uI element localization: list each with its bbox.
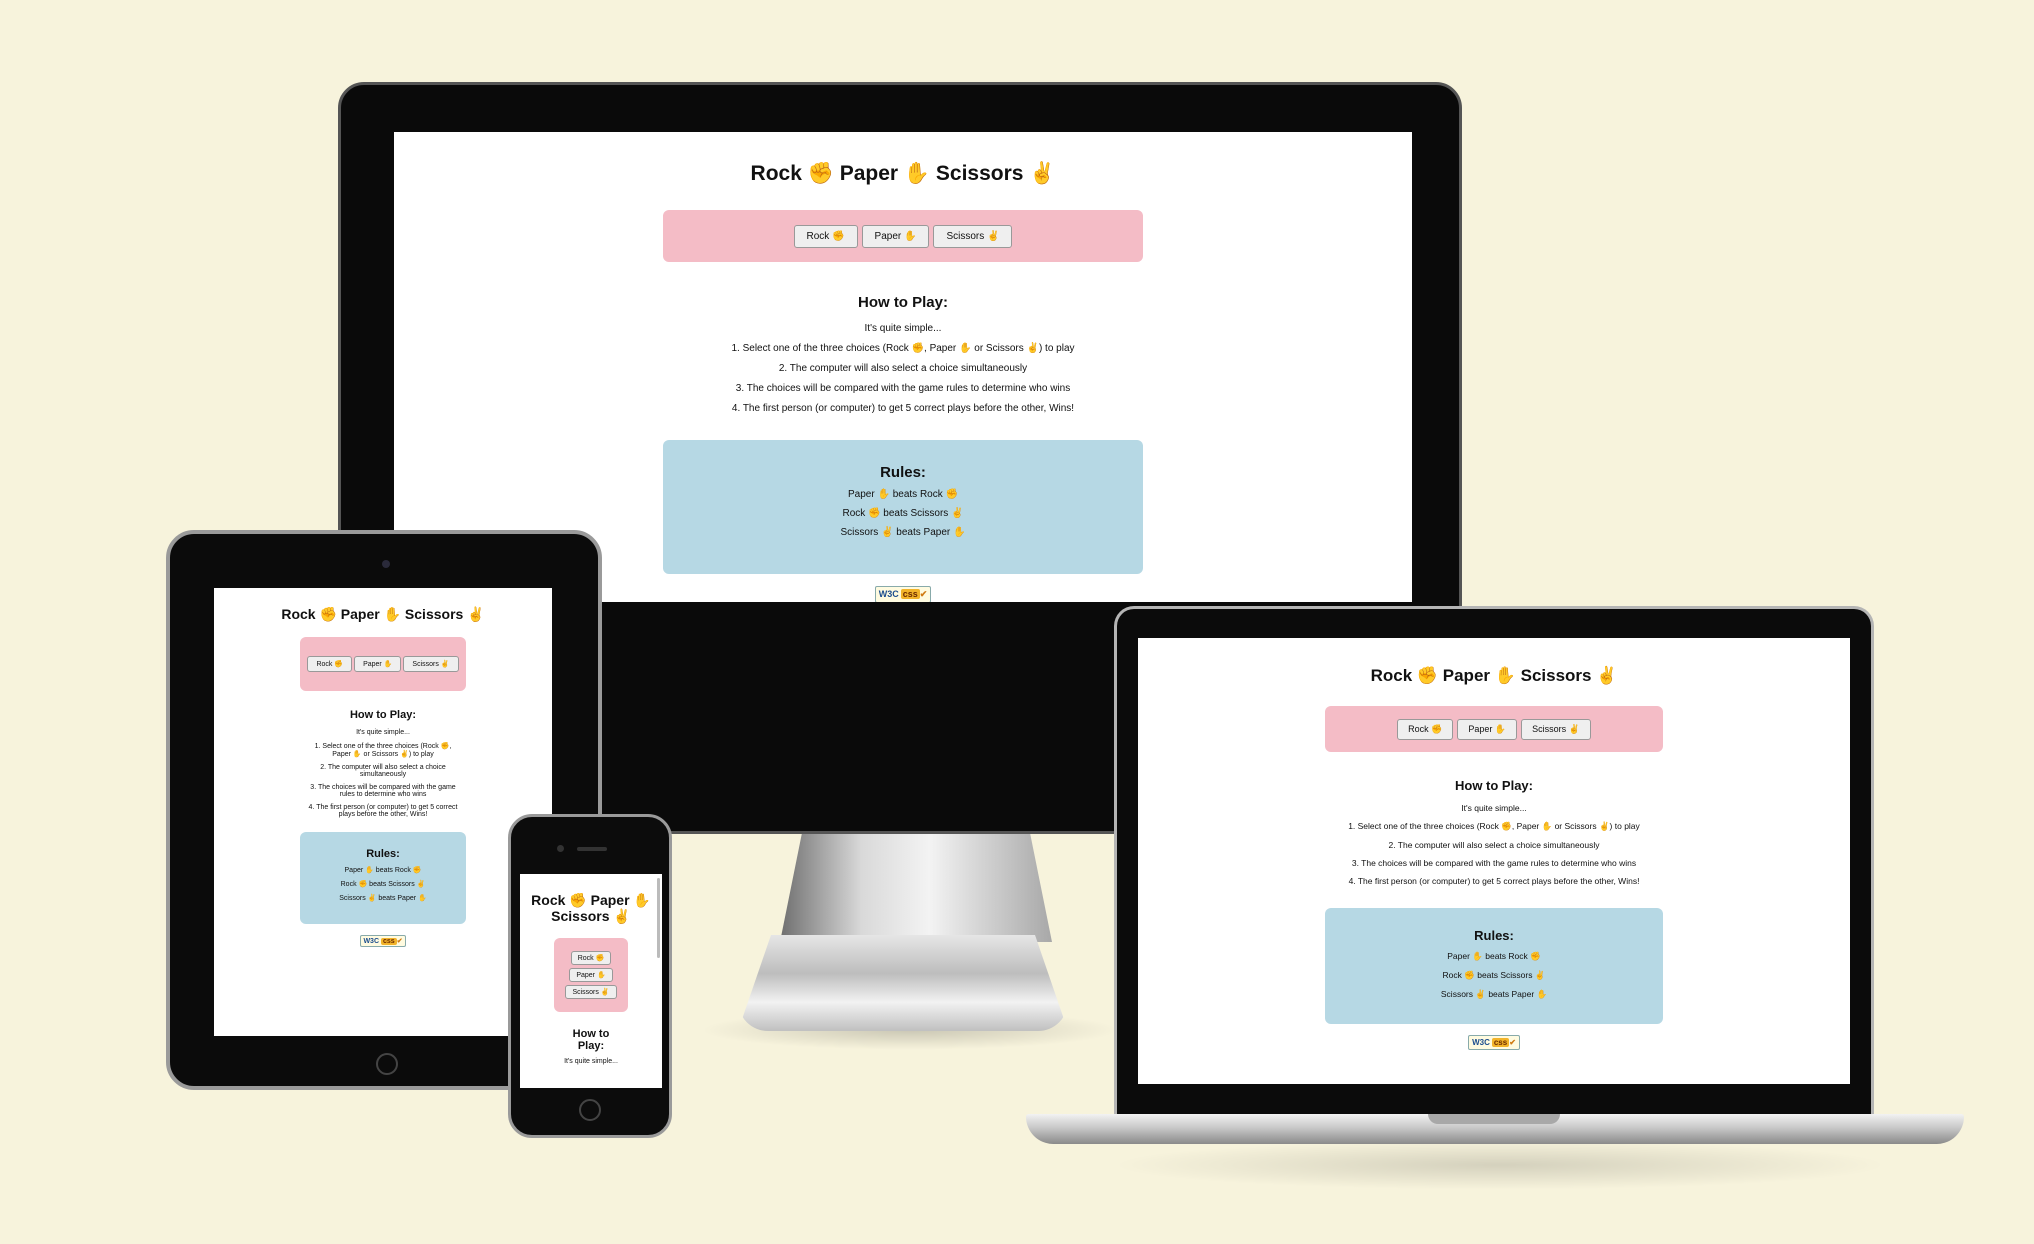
- w3c-css-badge[interactable]: W3C css ✔: [360, 935, 406, 947]
- choice-button-bar: Rock ✊ Paper ✋ Scissors ✌: [300, 637, 466, 691]
- how-to-step: 1. Select one of the three choices (Rock…: [731, 343, 1075, 354]
- w3c-css-badge[interactable]: W3C css ✔: [874, 586, 932, 602]
- check-icon: ✔: [1509, 1038, 1516, 1047]
- how-to-step: 1. Select one of the three choices (Rock…: [1348, 821, 1640, 831]
- how-to-step: 3. The choices will be compared with the…: [1351, 858, 1637, 868]
- rule-item: Rock ✊ beats Scissors ✌: [1442, 970, 1546, 980]
- check-icon: ✔: [919, 589, 928, 599]
- rule-item: Rock ✊ beats Scissors ✌: [340, 881, 426, 888]
- rules-box: Rules: Paper ✋ beats Rock ✊ Rock ✊ beats…: [300, 832, 466, 924]
- rock-button[interactable]: Rock ✊: [570, 951, 612, 965]
- w3c-label: W3C: [363, 938, 379, 945]
- phone-screen: Rock ✊ Paper ✋ Scissors ✌ Rock ✊ Paper ✋…: [520, 874, 662, 1088]
- how-to-step: 4. The first person (or computer) to get…: [731, 403, 1075, 414]
- rock-button[interactable]: Rock ✊: [307, 656, 353, 672]
- scissors-button[interactable]: Scissors ✌: [933, 224, 1013, 248]
- page-title: Rock ✊ Paper ✋ Scissors ✌: [1370, 666, 1618, 685]
- paper-button[interactable]: Paper ✋: [354, 656, 402, 672]
- rock-button[interactable]: Rock ✊: [1397, 718, 1454, 740]
- how-to-heading-line2: Play:: [577, 1040, 605, 1052]
- tablet-camera: [382, 560, 390, 568]
- rule-item: Paper ✋ beats Rock ✊: [1447, 951, 1541, 961]
- how-to-intro: It's quite simple...: [1461, 803, 1527, 813]
- rules-box: Rules: Paper ✋ beats Rock ✊ Rock ✊ beats…: [1325, 908, 1663, 1024]
- phone-home-button: [579, 1099, 601, 1121]
- how-to-step: 2. The computer will also select a choic…: [778, 363, 1028, 374]
- choice-button-bar: Rock ✊ Paper ✋ Scissors ✌: [1325, 706, 1663, 752]
- how-to-heading: How to Play:: [1454, 778, 1533, 793]
- laptop-screen: Rock ✊ Paper ✋ Scissors ✌ Rock ✊ Paper ✋…: [1138, 638, 1850, 1084]
- how-to-step: 2. The computer will also select a choic…: [1388, 840, 1600, 850]
- how-to-step: 1. Select one of the three choices (Rock…: [314, 743, 452, 758]
- page-title: Rock ✊ Paper ✋ Scissors ✌: [281, 606, 485, 622]
- rules-box: Rules: Paper ✋ beats Rock ✊ Rock ✊ beats…: [663, 440, 1143, 574]
- laptop-notch: [1428, 1114, 1560, 1124]
- how-to-intro: It's quite simple...: [864, 323, 942, 334]
- monitor-stand-foot: [738, 935, 1068, 1031]
- how-to-heading-line1: How to: [572, 1028, 610, 1040]
- choice-button-bar: Rock ✊ Paper ✋ Scissors ✌: [554, 938, 628, 1012]
- how-to-step: 2. The computer will also select a choic…: [320, 764, 446, 778]
- css-label: css: [1491, 1038, 1510, 1047]
- check-icon: ✔: [396, 938, 403, 945]
- scissors-button[interactable]: Scissors ✌: [565, 985, 617, 999]
- rules-heading: Rules:: [1474, 928, 1514, 943]
- how-to-intro: It's quite simple...: [356, 729, 410, 736]
- paper-button[interactable]: Paper ✋: [569, 968, 613, 982]
- paper-button[interactable]: Paper ✋: [1457, 718, 1518, 740]
- how-to-heading: How to Play:: [349, 709, 416, 721]
- how-to-step: 4. The first person (or computer) to get…: [1348, 876, 1640, 886]
- rule-item: Scissors ✌ beats Paper ✋: [840, 527, 966, 538]
- choice-button-bar: Rock ✊ Paper ✋ Scissors ✌: [663, 210, 1143, 262]
- page-title-line2: Scissors ✌: [551, 908, 631, 924]
- laptop-shadow: [1110, 1140, 1890, 1190]
- rule-item: Scissors ✌ beats Paper ✋: [339, 895, 427, 902]
- w3c-label: W3C: [1472, 1038, 1490, 1047]
- scissors-button[interactable]: Scissors ✌: [1521, 718, 1591, 740]
- css-label: css: [900, 589, 920, 599]
- how-to-step: 3. The choices will be compared with the…: [310, 784, 456, 798]
- page-title: Rock ✊ Paper ✋ Scissors ✌: [750, 162, 1056, 185]
- css-label: css: [381, 938, 397, 945]
- monitor-stand-neck: [780, 834, 1052, 942]
- page-title-line1: Rock ✊ Paper ✋: [531, 892, 651, 908]
- phone-camera: [557, 845, 564, 852]
- rules-heading: Rules:: [366, 848, 400, 860]
- tablet-home-button: [376, 1053, 398, 1075]
- rule-item: Scissors ✌ beats Paper ✋: [1440, 989, 1548, 999]
- w3c-label: W3C: [878, 589, 899, 599]
- rules-heading: Rules:: [880, 464, 926, 481]
- how-to-intro: It's quite simple...: [564, 1058, 618, 1065]
- tablet-screen: Rock ✊ Paper ✋ Scissors ✌ Rock ✊ Paper ✋…: [214, 588, 552, 1036]
- rule-item: Paper ✋ beats Rock ✊: [344, 867, 422, 874]
- phone-speaker: [577, 847, 607, 851]
- paper-button[interactable]: Paper ✋: [861, 224, 930, 248]
- w3c-css-badge[interactable]: W3C css ✔: [1468, 1035, 1520, 1050]
- scissors-button[interactable]: Scissors ✌: [403, 656, 459, 672]
- how-to-step: 4. The first person (or computer) to get…: [308, 804, 458, 818]
- phone-scrollbar[interactable]: [657, 878, 660, 958]
- rule-item: Rock ✊ beats Scissors ✌: [842, 508, 964, 519]
- how-to-heading: How to Play:: [857, 294, 948, 311]
- rule-item: Paper ✋ beats Rock ✊: [848, 489, 958, 500]
- rock-button[interactable]: Rock ✊: [793, 224, 858, 248]
- how-to-step: 3. The choices will be compared with the…: [735, 383, 1071, 394]
